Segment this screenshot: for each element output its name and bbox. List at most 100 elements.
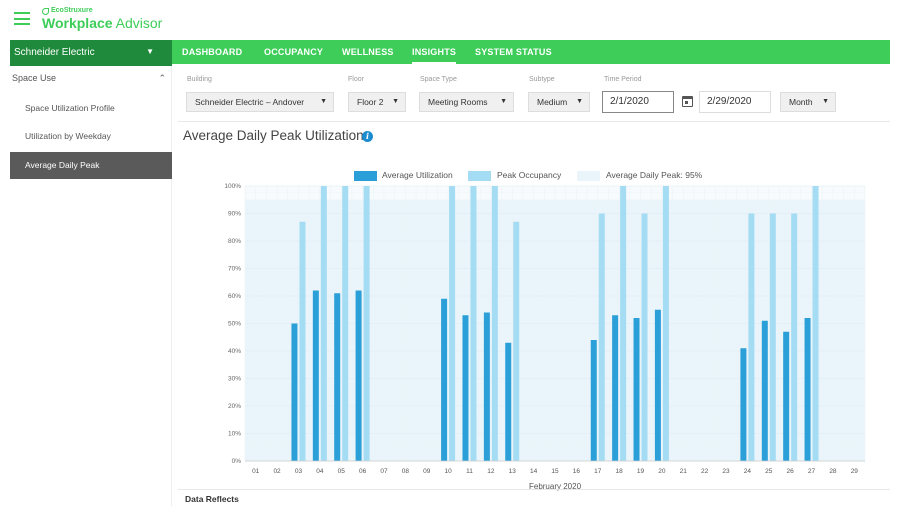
bar-average-utilization <box>783 331 790 461</box>
hamburger-menu-icon[interactable] <box>14 12 30 25</box>
leaf-icon <box>42 7 49 15</box>
bar-average-utilization <box>612 315 619 461</box>
main-tab-bar: DASHBOARD OCCUPANCY WELLNESS INSIGHTS SY… <box>172 40 890 64</box>
y-tick-label: 0% <box>232 458 242 465</box>
filter-bar: Building Schneider Electric – Andover ▼ F… <box>180 72 890 122</box>
building-label: Building <box>187 76 212 83</box>
dropdown-arrow-icon: ▼ <box>822 98 829 105</box>
x-tick-label: 11 <box>466 468 473 475</box>
bar-average-utilization <box>804 318 811 461</box>
floor-value: Floor 2 <box>357 97 384 107</box>
average-daily-peak-chart: 0% 10% 20% 30% 40% 50% 60% 70% 80% 90% 100% 01 02 03 0… <box>224 183 866 491</box>
x-tick-label: 23 <box>722 468 730 475</box>
x-tick-label: 29 <box>851 468 859 475</box>
x-tick-label: 26 <box>787 468 795 475</box>
building-select[interactable]: Schneider Electric – Andover ▼ <box>186 92 334 112</box>
app-logo: EcoStruxure Workplace Advisor <box>42 7 162 32</box>
subtype-select[interactable]: Medium ▼ <box>528 92 590 112</box>
x-tick-label: 22 <box>701 468 709 475</box>
info-icon[interactable]: i <box>362 131 373 142</box>
company-name: Schneider Electric <box>14 47 95 58</box>
x-tick-label: 27 <box>808 468 816 475</box>
x-tick-label: 24 <box>744 468 752 475</box>
bar-peak-occupancy <box>299 221 306 461</box>
x-tick-label: 17 <box>594 468 602 475</box>
space-type-value: Meeting Rooms <box>428 97 488 107</box>
tab-wellness[interactable]: WELLNESS <box>342 40 394 64</box>
data-reflects-note: Data Reflects <box>185 494 239 504</box>
space-type-label: Space Type <box>420 76 457 83</box>
space-type-select[interactable]: Meeting Rooms ▼ <box>419 92 514 112</box>
page-title: Average Daily Peak Utilization <box>183 128 364 143</box>
brand-name-bold: Workplace <box>42 15 113 31</box>
chevron-up-icon: ⌃ <box>158 73 166 83</box>
bar-average-utilization <box>355 290 362 461</box>
sidebar-item-label: Space Utilization Profile <box>25 103 115 113</box>
bar-average-utilization <box>590 340 597 461</box>
x-tick-label: 07 <box>380 468 388 475</box>
x-tick-label: 03 <box>295 468 303 475</box>
x-tick-label: 25 <box>765 468 773 475</box>
sidebar-section-space-use[interactable]: Space Use ⌃ <box>12 73 170 83</box>
x-tick-label: 21 <box>680 468 688 475</box>
y-tick-label: 80% <box>228 238 241 245</box>
tab-dashboard[interactable]: DASHBOARD <box>182 40 242 64</box>
y-tick-label: 10% <box>228 431 241 438</box>
bar-peak-occupancy <box>320 186 327 461</box>
end-date-input[interactable]: 2/29/2020 <box>699 91 771 113</box>
tab-occupancy[interactable]: OCCUPANCY <box>264 40 323 64</box>
tab-insights[interactable]: INSIGHTS <box>412 40 457 64</box>
legend-label-average-utilization: Average Utilization <box>382 170 453 180</box>
x-tick-label: 05 <box>338 468 346 475</box>
x-tick-label: 16 <box>573 468 581 475</box>
bar-peak-occupancy <box>769 213 776 461</box>
bar-peak-occupancy <box>513 221 520 461</box>
calendar-icon[interactable] <box>682 96 693 107</box>
bar-peak-occupancy <box>491 186 498 461</box>
sidebar-item-utilization-by-weekday[interactable]: Utilization by Weekday <box>10 123 172 150</box>
time-period-label: Time Period <box>604 76 642 83</box>
x-tick-label: 14 <box>530 468 538 475</box>
footer-divider <box>178 489 890 490</box>
company-selector[interactable]: Schneider Electric ▼ <box>10 40 172 66</box>
brand-name-light: Advisor <box>112 15 163 31</box>
bar-peak-occupancy <box>363 186 370 461</box>
x-tick-label: 09 <box>423 468 431 475</box>
y-tick-label: 40% <box>228 348 241 355</box>
x-tick-label: 15 <box>551 468 559 475</box>
bar-average-utilization <box>654 309 661 461</box>
bar-average-utilization <box>441 298 448 461</box>
bar-peak-occupancy <box>598 213 605 461</box>
bar-average-utilization <box>483 312 490 461</box>
sidebar-item-space-utilization-profile[interactable]: Space Utilization Profile <box>10 95 172 122</box>
x-tick-label: 28 <box>829 468 837 475</box>
bar-peak-occupancy <box>620 186 627 461</box>
tab-system-status[interactable]: SYSTEM STATUS <box>475 40 552 64</box>
dropdown-arrow-icon: ▼ <box>576 98 583 105</box>
bar-peak-occupancy <box>748 213 755 461</box>
bar-peak-occupancy <box>641 213 648 461</box>
sidebar-item-label: Utilization by Weekday <box>25 131 111 141</box>
y-tick-label: 30% <box>228 376 241 383</box>
y-tick-label: 90% <box>228 211 241 218</box>
x-tick-label: 18 <box>616 468 624 475</box>
y-tick-label: 20% <box>228 403 241 410</box>
x-tick-label: 19 <box>637 468 645 475</box>
x-tick-label: 01 <box>252 468 260 475</box>
dropdown-arrow-icon: ▼ <box>320 98 327 105</box>
floor-select[interactable]: Floor 2 ▼ <box>348 92 406 112</box>
bar-average-utilization <box>761 320 768 461</box>
y-tick-label: 70% <box>228 266 241 273</box>
bar-peak-occupancy <box>470 186 477 461</box>
start-date-input[interactable]: 2/1/2020 <box>602 91 674 113</box>
bar-average-utilization <box>334 293 341 461</box>
bar-average-utilization <box>291 323 298 461</box>
x-tick-label: 20 <box>658 468 666 475</box>
brand-small-text: EcoStruxure <box>51 7 93 14</box>
top-bar: EcoStruxure Workplace Advisor <box>0 0 900 40</box>
y-tick-label: 100% <box>224 183 241 190</box>
y-tick-label: 60% <box>228 293 241 300</box>
period-granularity-select[interactable]: Month ▼ <box>780 92 836 112</box>
bar-average-utilization <box>462 315 469 461</box>
sidebar: Schneider Electric ▼ Space Use ⌃ Space U… <box>0 40 172 506</box>
